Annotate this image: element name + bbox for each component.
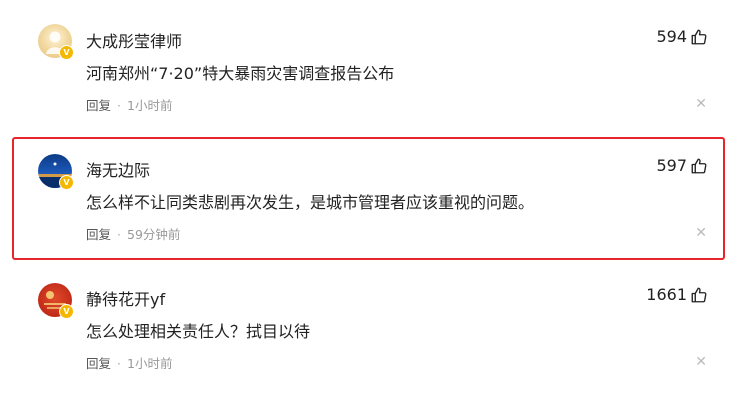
comment-text: 怎么样不让同类悲剧再次发生，是城市管理者应该重视的问题。 <box>86 193 535 212</box>
comment-text: 河南郑州“7·20”特大暴雨灾害调查报告公布 <box>86 64 395 83</box>
comment-item: V 大成彤莹律师 594 河南郑州“7·20”特大暴雨灾害调查报告公布 回复 · 1… <box>0 0 738 130</box>
comment-item: V 静待花开yf 1661 怎么处理相关责任人？拭目以待 回复 · 1小时前 ✕ <box>0 260 738 400</box>
comment-meta: 回复 · 1小时前 <box>86 356 173 371</box>
reply-button[interactable]: 回复 <box>86 227 111 242</box>
avatar[interactable]: V <box>38 24 74 60</box>
comment-meta: 回复 · 1小时前 <box>86 98 173 113</box>
close-icon[interactable]: ✕ <box>695 355 707 369</box>
avatar[interactable]: V <box>38 283 74 319</box>
reply-button[interactable]: 回复 <box>86 356 111 371</box>
comment-text: 怎么处理相关责任人？拭目以待 <box>86 322 311 341</box>
username[interactable]: 大成彤莹律师 <box>86 28 182 52</box>
close-icon[interactable]: ✕ <box>695 97 707 111</box>
comment-item: V 海无边际 597 怎么样不让同类悲剧再次发生，是城市管理者应该重视的问题。 … <box>0 130 738 260</box>
thumbs-up-icon <box>691 29 707 44</box>
reply-button[interactable]: 回复 <box>86 98 111 113</box>
comment-meta: 回复 · 59分钟前 <box>86 227 181 242</box>
username[interactable]: 海无边际 <box>86 157 150 181</box>
like-button[interactable]: 594 <box>656 27 708 46</box>
like-button[interactable]: 597 <box>656 156 708 175</box>
like-count: 597 <box>656 156 687 175</box>
thumbs-up-icon <box>691 287 707 302</box>
thumbs-up-icon <box>691 158 707 173</box>
timestamp: 59分钟前 <box>127 227 181 242</box>
close-icon[interactable]: ✕ <box>695 226 707 240</box>
like-count: 594 <box>656 27 687 46</box>
timestamp: 1小时前 <box>127 356 173 371</box>
timestamp: 1小时前 <box>127 98 173 113</box>
verified-badge-icon: V <box>59 175 74 190</box>
verified-badge-icon: V <box>59 45 74 60</box>
like-count: 1661 <box>646 285 687 304</box>
verified-badge-icon: V <box>59 304 74 319</box>
like-button[interactable]: 1661 <box>646 285 708 304</box>
avatar[interactable]: V <box>38 154 74 190</box>
username[interactable]: 静待花开yf <box>86 286 165 310</box>
